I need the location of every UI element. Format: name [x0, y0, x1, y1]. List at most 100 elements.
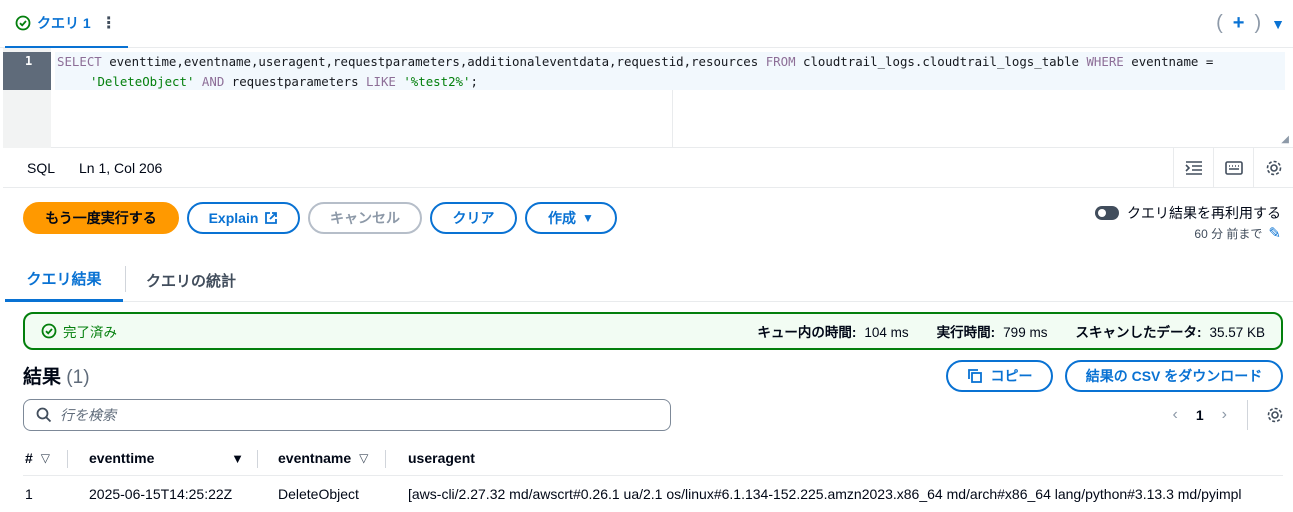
tab-menu-icon[interactable]: ⋮ [101, 13, 117, 33]
results-title: 結果 (1) [23, 362, 90, 389]
results-table-header: # ▽ eventtime ▼ eventname ▽ useragent [23, 440, 1283, 476]
code-table: cloudtrail_logs.cloudtrail_logs_table [795, 54, 1087, 69]
cursor-position: Ln 1, Col 206 [79, 159, 163, 176]
format-icon[interactable] [1173, 148, 1213, 188]
table-row: 1 2025-06-15T14:25:22Z DeleteObject [aws… [23, 476, 1293, 512]
table-settings-gear-icon[interactable] [1266, 406, 1284, 424]
cancel-button[interactable]: キャンセル [308, 202, 422, 234]
column-divider[interactable] [385, 450, 386, 468]
query-tab-bar: クエリ 1 ⋮ ( + ) ▼ [0, 0, 1293, 48]
tab-query-stats-label: クエリの統計 [146, 272, 237, 290]
tab-dropdown-icon[interactable]: ▼ [1271, 16, 1285, 32]
external-link-icon [265, 212, 278, 224]
success-check-icon [41, 323, 57, 339]
row-search [23, 399, 671, 431]
tab-query-results-label: クエリ結果 [26, 271, 102, 288]
copy-icon [967, 369, 982, 383]
code-string-1: 'DeleteObject' [90, 74, 195, 89]
clear-button[interactable]: クリア [430, 202, 517, 234]
query-tab[interactable]: クエリ 1 ⋮ [5, 0, 128, 48]
create-label: 作成 [548, 210, 577, 226]
run-time: 実行時間: 799 ms [936, 325, 1048, 340]
editor-status-bar: SQL Ln 1, Col 206 [3, 148, 1293, 188]
run-again-button[interactable]: もう一度実行する [23, 202, 179, 234]
download-csv-button[interactable]: 結果の CSV をダウンロード [1065, 360, 1283, 392]
header-eventtime[interactable]: eventtime ▼ [89, 440, 244, 476]
copy-label: コピー [990, 368, 1033, 384]
code-line[interactable]: SELECT eventtime,eventname,useragent,req… [55, 52, 1285, 90]
status-completed: 完了済み [41, 321, 117, 341]
header-index[interactable]: # ▽ [25, 440, 50, 476]
cell-eventtime: 2025-06-15T14:25:22Z [89, 486, 233, 502]
results-count: (1) [66, 367, 90, 388]
status-completed-label: 完了済み [63, 325, 117, 340]
status-banner: 完了済み キュー内の時間: 104 ms 実行時間: 799 ms スキャンしたデー… [23, 312, 1283, 350]
prev-page-icon[interactable]: ‹ [1173, 406, 1178, 424]
data-scanned: スキャンしたデータ: 35.57 KB [1075, 325, 1265, 340]
reuse-results: クエリ結果を再利用する [1095, 203, 1281, 223]
column-divider[interactable] [67, 450, 68, 468]
reuse-toggle[interactable] [1095, 206, 1119, 220]
kw-select: SELECT [57, 54, 102, 69]
editor-gutter: 1 [3, 48, 51, 148]
code-cond: eventname = [1123, 54, 1214, 69]
sort-icon[interactable]: ▽ [359, 451, 368, 465]
kw-from: FROM [765, 54, 796, 69]
run-again-label: もう一度実行する [45, 210, 157, 226]
kw-and: AND [194, 74, 232, 89]
header-useragent[interactable]: useragent [408, 440, 475, 476]
caret-down-icon: ▼ [582, 211, 594, 225]
code-columns: eventtime,eventname,useragent,requestpar… [101, 54, 766, 69]
query-tab-label: クエリ 1 [37, 15, 91, 31]
header-eventname[interactable]: eventname ▽ [278, 440, 368, 476]
clear-label: クリア [452, 210, 495, 226]
code-string-2: '%test2%' [395, 74, 471, 89]
cell-index: 1 [25, 486, 33, 502]
tab-query-results[interactable]: クエリ結果 [5, 258, 123, 302]
code-col2: requestparameters [231, 74, 367, 89]
tab-tools: ( + ) ▼ [1216, 12, 1285, 35]
pagination: ‹ 1 › [1173, 399, 1284, 431]
explain-label: Explain [208, 210, 259, 226]
queue-time: キュー内の時間: 104 ms [757, 325, 909, 340]
copy-button[interactable]: コピー [946, 360, 1053, 392]
results-title-label: 結果 [23, 367, 62, 388]
sql-editor[interactable]: 1 SELECT eventtime,eventname,useragent,r… [3, 48, 1293, 148]
row-search-input[interactable] [60, 407, 640, 423]
edit-pencil-icon[interactable]: ✎ [1268, 224, 1281, 242]
print-margin [672, 90, 673, 148]
sort-desc-icon[interactable]: ▼ [231, 451, 244, 466]
kw-where: WHERE [1086, 54, 1124, 69]
add-tab-icon[interactable]: + [1233, 12, 1245, 35]
line-number: 1 [3, 52, 51, 90]
current-page[interactable]: 1 [1196, 407, 1204, 423]
settings-gear-icon[interactable] [1253, 148, 1293, 188]
reuse-age-label: 60 分 前まで [1194, 226, 1263, 241]
result-tabs: クエリ結果 クエリの統計 [5, 258, 1293, 302]
reuse-label: クエリ結果を再利用する [1127, 205, 1281, 221]
language-label: SQL [27, 159, 56, 176]
create-button[interactable]: 作成 ▼ [525, 202, 617, 234]
download-csv-label: 結果の CSV をダウンロード [1085, 368, 1263, 384]
resize-handle-icon[interactable]: ◢ [1281, 134, 1289, 145]
search-icon [36, 407, 52, 423]
scroll-left-icon[interactable]: ( [1216, 12, 1223, 35]
kw-like: LIKE [366, 74, 396, 89]
reuse-age: 60 分 前まで ✎ [1194, 224, 1281, 242]
success-check-icon [15, 15, 31, 31]
next-page-icon[interactable]: › [1222, 406, 1227, 424]
keyboard-icon[interactable] [1213, 148, 1253, 188]
editor-tools [1173, 148, 1293, 188]
cell-eventname: DeleteObject [278, 486, 359, 502]
scroll-right-icon[interactable]: ) [1254, 12, 1261, 35]
column-divider[interactable] [257, 450, 258, 468]
explain-button[interactable]: Explain [187, 202, 300, 234]
cancel-label: キャンセル [330, 210, 400, 226]
sort-icon[interactable]: ▽ [41, 451, 50, 465]
code-end: ; [470, 74, 478, 89]
cell-useragent: [aws-cli/2.27.32 md/awscrt#0.26.1 ua/2.1… [408, 486, 1242, 502]
tab-query-stats[interactable]: クエリの統計 [146, 258, 236, 302]
tab-divider [125, 266, 126, 292]
query-stats: キュー内の時間: 104 ms 実行時間: 799 ms スキャンしたデータ: 35.… [757, 314, 1265, 348]
pager-divider [1247, 400, 1248, 430]
